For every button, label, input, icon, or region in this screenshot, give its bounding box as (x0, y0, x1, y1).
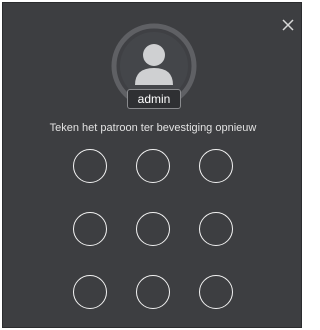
instruction-text: Teken het patroon ter bevestiging opnieu… (49, 122, 257, 134)
username-label: admin (127, 89, 181, 109)
pattern-dot-6[interactable] (199, 212, 233, 246)
pattern-dot-5[interactable] (136, 212, 170, 246)
pattern-grid[interactable] (73, 149, 233, 309)
pattern-dot-4[interactable] (73, 212, 107, 246)
pattern-dot-2[interactable] (136, 149, 170, 183)
pattern-dot-1[interactable] (73, 149, 107, 183)
pattern-dot-9[interactable] (199, 275, 233, 309)
pattern-dot-3[interactable] (199, 149, 233, 183)
pattern-dot-7[interactable] (73, 275, 107, 309)
pattern-dot-8[interactable] (136, 275, 170, 309)
close-button[interactable] (281, 18, 295, 32)
close-icon (282, 19, 294, 31)
pattern-dialog: admin Teken het patroon ter bevestiging … (2, 2, 302, 328)
